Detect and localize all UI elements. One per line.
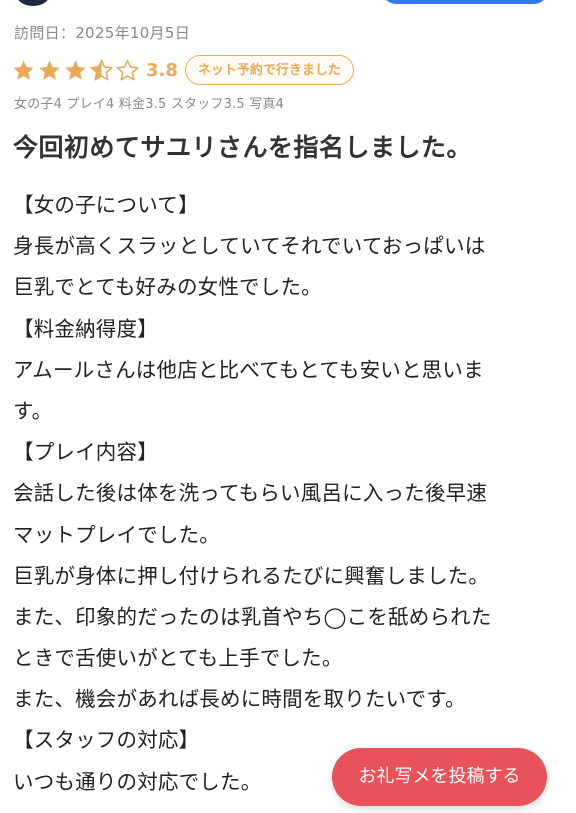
review-line: 巨乳が身体に押し付けられるたびに興奮しました。 [13,563,490,588]
review-page: 訪問日：2025年10月5日 3.8 ネット予約で行きました 女の子4 プレイ4… [0,0,576,813]
star-full-icon [13,59,34,80]
review-line: また、機会があれば長めに時間を取りたいです。 [13,687,466,712]
review-line: 【女の子について】 [13,193,199,217]
rating-row: 3.8 ネット予約で行きました [12,54,354,86]
avatar[interactable] [16,0,50,6]
review-line: 【料金納得度】 [13,316,158,341]
review-line: 会話した後は体を洗ってもらい風呂に入った後早速 [13,481,488,506]
review-line: マットプレイでした。 [13,522,220,547]
star-rating [12,59,142,82]
visit-date: 訪問日：2025年10月5日 [14,24,191,42]
review-line: ときで舌使いがとても上手でした。 [13,646,343,671]
category-scores: 女の子4 プレイ4 料金3.5 スタッフ3.5 写真4 [14,97,285,112]
review-line: 【プレイ内容】 [13,440,158,465]
review-line: また、印象的だったのは乳首やち◯こを舐められた [13,604,492,629]
rating-score: 3.8 [146,59,178,81]
review-line: 巨乳でとても好みの女性でした。 [13,275,322,300]
reservation-badge: ネット予約で行きました [184,55,354,85]
review-body: 【女の子について】 身長が高くスラッとしていてそれでいておっぱいは 巨乳でとても… [13,185,565,803]
star-full-icon [65,59,86,80]
review-line: す。 [13,398,53,423]
star-empty-icon [116,59,139,80]
star-full-icon [39,59,60,80]
review-title: 今回初めてサユリさんを指名しました。 [13,133,473,162]
review-line: 身長が高くスラッとしていてそれでいておっぱいは [13,234,486,259]
review-line: アムールさんは他店と比べてもとても安いと思いま [13,357,484,382]
star-half-icon [90,59,113,80]
post-photo-button[interactable]: お礼写メを投稿する [332,748,547,806]
top-action-button[interactable] [380,0,550,4]
